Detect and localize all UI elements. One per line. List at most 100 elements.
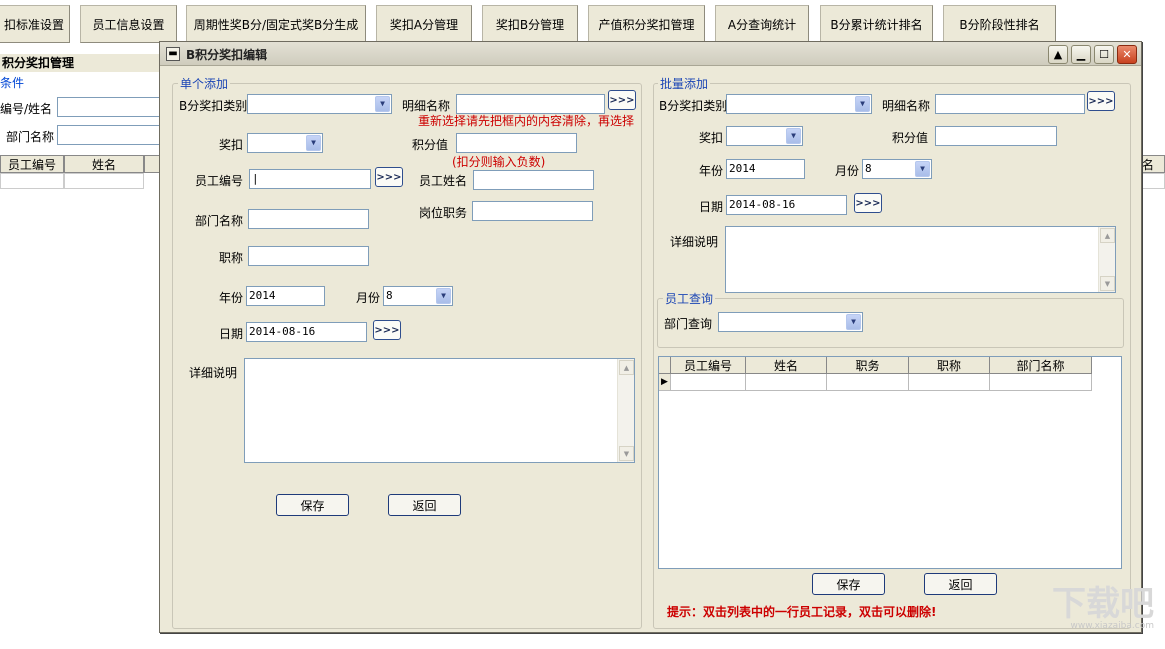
single-emp-pick-button[interactable]: >>> <box>375 167 403 187</box>
single-save-button[interactable]: 保存 <box>276 494 349 516</box>
single-date-pick-button[interactable]: >>> <box>373 320 401 340</box>
toolbar-a-score-manage-button[interactable]: 奖扣A分管理 <box>376 5 472 43</box>
single-dept-label: 部门名称 <box>195 214 244 228</box>
scroll-up-icon[interactable]: ▲ <box>1100 228 1115 243</box>
dialog-title: B积分奖扣编辑 <box>186 48 268 62</box>
single-reward-select[interactable]: ▼ <box>247 133 323 153</box>
toolbar-b-score-manage-button[interactable]: 奖扣B分管理 <box>482 5 578 43</box>
help-icon[interactable]: ▲ <box>1048 45 1068 64</box>
batch-add-title: 批量添加 <box>658 75 711 92</box>
toolbar-a-score-query-button[interactable]: A分查询统计 <box>715 5 809 43</box>
row-indicator-icon: ▶ <box>659 374 671 391</box>
grid-header-emp-id[interactable]: 员工编号 <box>671 357 746 374</box>
grid-header-name[interactable]: 姓名 <box>746 357 827 374</box>
grid-cell[interactable] <box>671 374 746 391</box>
single-emp-name-input[interactable] <box>473 170 594 190</box>
toolbar-employee-info-button[interactable]: 员工信息设置 <box>80 5 177 43</box>
batch-year-input[interactable]: 2014 <box>726 159 805 179</box>
employee-grid[interactable]: 员工编号 姓名 职务 职称 部门名称 ▶ <box>658 356 1122 569</box>
background-grid-header-name[interactable]: 姓名 <box>64 155 144 173</box>
background-grid-row[interactable] <box>64 173 144 189</box>
batch-save-button[interactable]: 保存 <box>812 573 885 595</box>
single-desc-label: 详细说明 <box>189 366 238 380</box>
grid-cell[interactable] <box>909 374 990 391</box>
single-emp-id-input[interactable]: | <box>249 169 371 189</box>
batch-back-button[interactable]: 返回 <box>924 573 997 595</box>
batch-reward-label: 奖扣 <box>699 131 724 145</box>
dept-query-label: 部门查询 <box>664 317 713 331</box>
window-menu-icon[interactable]: ▬ <box>166 47 180 61</box>
batch-category-label: B分奖扣类别 <box>659 99 728 113</box>
batch-desc-textarea[interactable]: ▲ ▼ <box>725 226 1116 293</box>
single-year-input[interactable]: 2014 <box>246 286 325 306</box>
single-back-button[interactable]: 返回 <box>388 494 461 516</box>
chevron-down-icon: ▼ <box>915 161 930 177</box>
single-title-input[interactable] <box>248 246 369 266</box>
batch-desc-label: 详细说明 <box>670 235 719 249</box>
background-grid-row[interactable] <box>0 173 64 189</box>
batch-detail-label: 明细名称 <box>882 99 931 113</box>
background-grid-row[interactable] <box>1141 173 1165 189</box>
background-form-title: 积分奖扣管理 <box>0 54 180 72</box>
single-add-group <box>172 83 642 629</box>
background-id-name-input[interactable] <box>57 97 167 117</box>
single-detail-pick-button[interactable]: >>> <box>608 90 636 110</box>
toolbar-b-score-rank-button[interactable]: B分累计统计排名 <box>820 5 933 43</box>
single-month-label: 月份 <box>356 291 381 305</box>
scroll-up-icon[interactable]: ▲ <box>619 360 634 375</box>
batch-month-value: 8 <box>865 162 872 175</box>
single-deduct-hint: (扣分则输入负数) <box>452 155 546 169</box>
toolbar-periodic-b-score-button[interactable]: 周期性奖B分/固定式奖B分生成 <box>186 5 366 43</box>
single-category-select[interactable]: ▼ <box>247 94 392 114</box>
single-title-label: 职称 <box>219 251 244 265</box>
grid-header-title[interactable]: 职称 <box>909 357 990 374</box>
single-dept-input[interactable] <box>248 209 369 229</box>
grid-cell[interactable] <box>746 374 827 391</box>
single-desc-scrollbar[interactable]: ▲ ▼ <box>617 359 634 462</box>
chevron-down-icon: ▼ <box>375 96 390 112</box>
batch-score-label: 积分值 <box>892 131 929 145</box>
toolbar-output-score-button[interactable]: 产值积分奖扣管理 <box>588 5 705 43</box>
grid-cell[interactable] <box>827 374 909 391</box>
batch-category-select[interactable]: ▼ <box>726 94 872 114</box>
batch-desc-scrollbar[interactable]: ▲ ▼ <box>1098 227 1115 292</box>
chevron-down-icon: ▼ <box>855 96 870 112</box>
single-score-label: 积分值 <box>412 138 449 152</box>
single-reselect-hint: 重新选择请先把框内的内容清除，再选择 <box>418 114 635 128</box>
toolbar-deduct-standard-button[interactable]: 扣标准设置 <box>0 5 70 43</box>
scroll-down-icon[interactable]: ▼ <box>619 446 634 461</box>
single-year-label: 年份 <box>219 291 244 305</box>
b-score-edit-dialog: ▬ B积分奖扣编辑 ▲ ▁ ☐ ✕ 单个添加 B分奖扣类别 ▼ 明细名称 >>>… <box>159 41 1142 633</box>
batch-date-input[interactable]: 2014-08-16 <box>726 195 847 215</box>
single-desc-textarea[interactable]: ▲ ▼ <box>244 358 635 463</box>
single-emp-name-label: 员工姓名 <box>419 174 468 188</box>
single-score-input[interactable] <box>456 133 577 153</box>
batch-month-select[interactable]: 8 ▼ <box>862 159 932 179</box>
single-detail-input[interactable] <box>456 94 605 114</box>
batch-date-pick-button[interactable]: >>> <box>854 193 882 213</box>
single-month-select[interactable]: 8 ▼ <box>383 286 453 306</box>
minimize-icon[interactable]: ▁ <box>1071 45 1091 64</box>
single-post-input[interactable] <box>472 201 593 221</box>
batch-detail-input[interactable] <box>935 94 1085 114</box>
scroll-down-icon[interactable]: ▼ <box>1100 276 1115 291</box>
batch-score-input[interactable] <box>935 126 1057 146</box>
grid-header-post[interactable]: 职务 <box>827 357 909 374</box>
background-grid-header-dept[interactable]: 门名称 <box>1141 155 1165 173</box>
batch-reward-select[interactable]: ▼ <box>726 126 803 146</box>
background-grid-header-id[interactable]: 员工编号 <box>0 155 64 173</box>
grid-header-dept[interactable]: 部门名称 <box>990 357 1092 374</box>
background-dept-label: 部门名称 <box>6 130 55 144</box>
toolbar-b-stage-rank-button[interactable]: B分阶段性排名 <box>943 5 1056 43</box>
dept-query-select[interactable]: ▼ <box>718 312 863 332</box>
batch-detail-pick-button[interactable]: >>> <box>1087 91 1115 111</box>
dialog-titlebar[interactable]: ▬ B积分奖扣编辑 ▲ ▁ ☐ ✕ <box>160 42 1141 66</box>
single-date-input[interactable]: 2014-08-16 <box>246 322 367 342</box>
maximize-icon[interactable]: ☐ <box>1094 45 1114 64</box>
grid-cell[interactable] <box>990 374 1092 391</box>
close-icon[interactable]: ✕ <box>1117 45 1137 64</box>
watermark-logo: 下载吧 www.xiazaiba.com <box>1020 585 1160 635</box>
grid-corner <box>659 357 671 374</box>
background-dept-input[interactable] <box>57 125 167 145</box>
batch-tip: 提示：双击列表中的一行员工记录，双击可以删除! <box>667 605 937 619</box>
